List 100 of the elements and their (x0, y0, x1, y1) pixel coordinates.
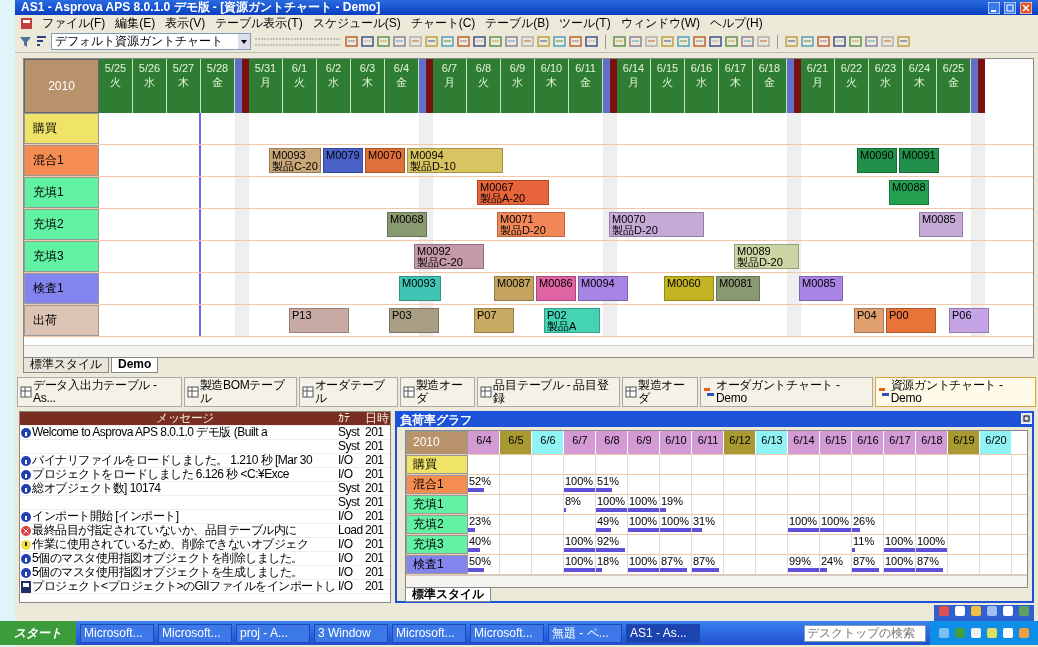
gantt-bar[interactable]: M0094 (578, 276, 628, 301)
window-tab[interactable]: 製造BOMテーブル (183, 377, 297, 407)
menu-item[interactable]: ウィンドウ(W) (620, 15, 700, 31)
menu-item[interactable]: テーブル表示(T) (215, 15, 303, 31)
toolbar-icon[interactable] (677, 35, 690, 48)
gantt-bar[interactable]: M0086 (536, 276, 576, 301)
window-tab[interactable]: オーダテーブル (298, 377, 398, 407)
taskbar-button[interactable]: AS1 - As... (626, 623, 700, 643)
filter-icon[interactable] (19, 35, 32, 48)
taskbar-button[interactable]: Microsoft... (392, 623, 466, 643)
gantt-bar[interactable]: P04 (854, 308, 884, 333)
toolbar-icon[interactable] (473, 35, 486, 48)
menu-item[interactable]: ファイル(F) (42, 15, 106, 31)
gantt-bar[interactable]: M0091 (899, 148, 939, 173)
toolbar-icon[interactable] (537, 35, 550, 48)
toolbar-icon[interactable] (865, 35, 878, 48)
tray-icon[interactable] (970, 627, 982, 639)
taskbar-button[interactable]: Microsoft... (158, 623, 232, 643)
style-tab[interactable]: 標準スタイル (23, 358, 109, 373)
gantt-bar[interactable]: M0071 製品D-20 (497, 212, 565, 237)
gantt-bar[interactable]: M0093 製品C-20 (269, 148, 321, 173)
gantt-bar[interactable]: P03 (389, 308, 439, 333)
gantt-bar[interactable]: M0081 (716, 276, 760, 301)
search-field[interactable]: デスクトップの検索 (804, 624, 926, 642)
gantt-bar[interactable]: M0085 (799, 276, 843, 301)
language-bar[interactable] (934, 605, 1034, 621)
toolbar-icon[interactable] (849, 35, 862, 48)
gantt-bar[interactable]: M0079 (323, 148, 363, 173)
toolbar-icon[interactable] (457, 35, 470, 48)
gantt-bar[interactable]: P02 製品A (544, 308, 600, 333)
window-tab[interactable]: データ入出力テーブル - As... (17, 377, 182, 407)
toolbar-icon[interactable] (785, 35, 798, 48)
horizontal-scrollbar[interactable] (406, 575, 1027, 587)
horizontal-scrollbar[interactable] (24, 345, 1033, 357)
gantt-bar[interactable]: M0089 製品D-20 (734, 244, 799, 269)
tray-icon[interactable] (954, 605, 966, 617)
menu-item[interactable]: テーブル(B) (485, 15, 550, 31)
toolbar-icon[interactable] (441, 35, 454, 48)
gantt-bar[interactable]: P13 (289, 308, 349, 333)
gantt-bar[interactable]: M0070 (365, 148, 405, 173)
gantt-bar[interactable]: M0094 製品D-10 (407, 148, 503, 173)
window-tab[interactable]: 製造オーダ (622, 377, 698, 407)
close-icon[interactable] (1020, 1, 1032, 14)
toolbar-icon[interactable] (345, 35, 358, 48)
taskbar-button[interactable]: 無題 - ペ... (548, 623, 622, 643)
taskbar-button[interactable]: Microsoft... (470, 623, 544, 643)
window-tab[interactable]: 品目テーブル - 品目登録 (477, 377, 621, 407)
style-tab[interactable]: Demo (111, 358, 159, 373)
toolbar-icon[interactable] (393, 35, 406, 48)
window-tab[interactable]: 製造オーダ (399, 377, 476, 407)
zoom-slider-icon[interactable] (254, 35, 342, 48)
toolbar-icon[interactable] (693, 35, 706, 48)
menu-item[interactable]: ヘルプ(H) (710, 15, 763, 31)
toolbar-icon[interactable] (709, 35, 722, 48)
menu-item[interactable]: チャート(C) (410, 15, 476, 31)
toolbar-icon[interactable] (817, 35, 830, 48)
toolbar-icon[interactable] (377, 35, 390, 48)
minimize-icon[interactable] (988, 1, 1000, 14)
window-tab[interactable]: 資源ガントチャート - Demo (874, 377, 1036, 407)
menu-item[interactable]: スケジュール(S) (312, 15, 401, 31)
toolbar-icon[interactable] (553, 35, 566, 48)
toolbar-icon[interactable] (661, 35, 674, 48)
gantt-bar[interactable]: M0067 製品A-20 (477, 180, 549, 205)
gantt-bar[interactable]: M0088 (889, 180, 929, 205)
toolbar-icon[interactable] (897, 35, 910, 48)
taskbar-button[interactable]: 3 Window (314, 623, 388, 643)
toolbar-icon[interactable] (489, 35, 502, 48)
gantt-bar[interactable]: M0090 (857, 148, 897, 173)
toolbar-icon[interactable] (833, 35, 846, 48)
toolbar-icon[interactable] (569, 35, 582, 48)
taskbar-button[interactable]: Microsoft... (80, 623, 154, 643)
menu-item[interactable]: 編集(E) (115, 15, 156, 31)
tray-icon[interactable] (970, 605, 982, 617)
tray-icon[interactable] (986, 605, 998, 617)
gantt-bar[interactable]: M0070 製品D-20 (609, 212, 704, 237)
restore-icon[interactable] (1021, 413, 1032, 424)
toolbar-icon[interactable] (361, 35, 374, 48)
gantt-bar[interactable]: P00 (886, 308, 936, 333)
toolbar-icon[interactable] (585, 35, 598, 48)
gantt-bar[interactable]: M0068 (387, 212, 427, 237)
chart-select[interactable]: デフォルト資源ガントチャート (51, 33, 251, 50)
tray-icon[interactable] (1002, 605, 1014, 617)
gantt-bar[interactable]: M0092 製品C-20 (414, 244, 484, 269)
toolbar-icon[interactable] (725, 35, 738, 48)
toolbar-icon[interactable] (425, 35, 438, 48)
gantt-bar[interactable]: P07 (474, 308, 514, 333)
toolbar-icon[interactable] (613, 35, 626, 48)
gantt-bar[interactable]: P06 (949, 308, 989, 333)
gantt-bar[interactable]: M0093 (399, 276, 441, 301)
sort-icon[interactable] (35, 35, 48, 48)
menu-item[interactable]: 表示(V) (165, 15, 206, 31)
toolbar-icon[interactable] (741, 35, 754, 48)
taskbar-button[interactable]: proj - A... (236, 623, 310, 643)
window-tab[interactable]: オーダガントチャート - Demo (700, 377, 873, 407)
style-tab[interactable]: 標準スタイル (405, 588, 491, 602)
gantt-bar[interactable]: M0060 (664, 276, 714, 301)
toolbar-icon[interactable] (801, 35, 814, 48)
gantt-bar[interactable]: M0087 (494, 276, 534, 301)
gantt-bar[interactable]: M0085 (919, 212, 963, 237)
tray-icon[interactable] (1002, 627, 1014, 639)
